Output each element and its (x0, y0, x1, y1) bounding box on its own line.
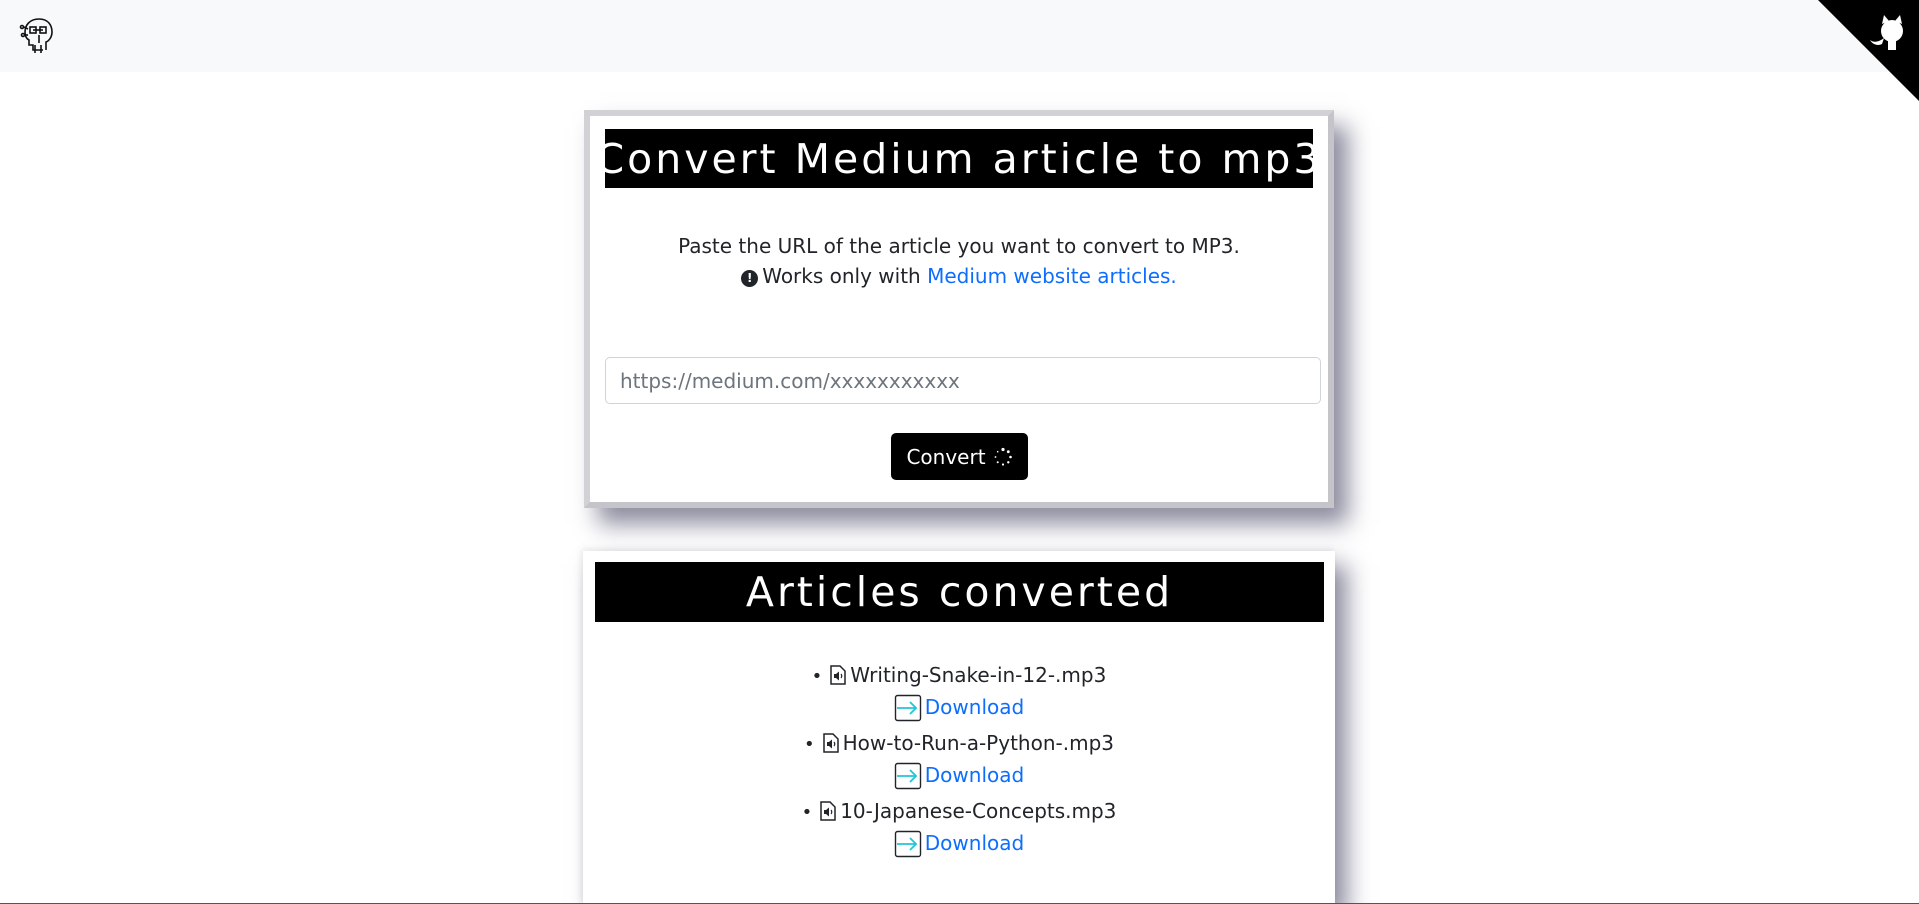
instruction-text: Paste the URL of the article you want to… (678, 234, 1240, 258)
articles-card: Articles converted • Writing-Snake-in-12-… (583, 551, 1335, 904)
list-item: • Writing-Snake-in-12-.mp3 (583, 660, 1335, 692)
warning-text: ! Works only with Medium website articles… (590, 261, 1328, 291)
download-row: Download (583, 692, 1335, 722)
download-row: Download (583, 828, 1335, 858)
exclamation-circle-icon: ! (741, 270, 759, 287)
robot-head-logo-icon[interactable] (19, 15, 59, 55)
converter-card: Convert Medium article to mp3 Paste the … (584, 110, 1334, 508)
download-arrow-icon[interactable] (894, 830, 922, 858)
download-link[interactable]: Download (925, 763, 1024, 787)
audio-file-icon (820, 801, 836, 821)
convert-button[interactable]: Convert (891, 433, 1028, 480)
article-url-input[interactable] (605, 357, 1321, 404)
audio-file-icon (822, 733, 839, 753)
list-bullet: • (801, 802, 813, 823)
download-row: Download (583, 760, 1335, 790)
warning-prefix: Works only with (762, 264, 921, 288)
converter-title: Convert Medium article to mp3 (596, 129, 1320, 188)
download-arrow-icon[interactable] (894, 694, 922, 722)
github-corner[interactable] (1818, 0, 1919, 101)
list-bullet: • (811, 666, 823, 687)
file-name: How-to-Run-a-Python-.mp3 (842, 731, 1114, 755)
articles-title: Articles converted (595, 562, 1324, 622)
spinner-icon (994, 447, 1012, 466)
download-link[interactable]: Download (925, 831, 1024, 855)
list-item: • 10-Japanese-Concepts.mp3 (583, 796, 1335, 828)
audio-file-icon (830, 665, 847, 685)
convert-button-label: Convert (906, 444, 986, 469)
file-name: Writing-Snake-in-12-.mp3 (850, 663, 1107, 687)
list-bullet: • (804, 734, 815, 755)
download-link[interactable]: Download (925, 695, 1024, 719)
list-item: • How-to-Run-a-Python-.mp3 (583, 728, 1335, 760)
file-name: 10-Japanese-Concepts.mp3 (840, 799, 1117, 823)
medium-articles-link[interactable]: Medium website articles. (927, 264, 1177, 288)
download-arrow-icon[interactable] (894, 762, 922, 790)
top-navbar (0, 0, 1919, 72)
